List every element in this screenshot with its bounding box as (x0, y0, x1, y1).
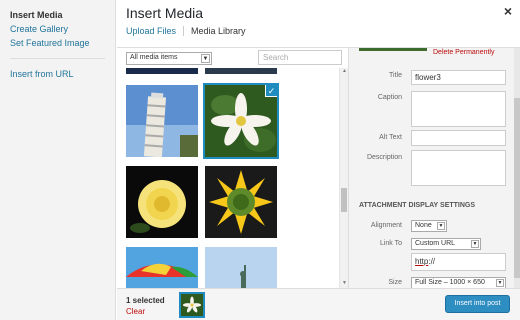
alt-text-label: Alt Text (379, 134, 402, 141)
partial-thumbnail[interactable] (205, 68, 277, 74)
media-filter-value: All media items (130, 54, 178, 61)
router-tabs: Upload Files Media Library (126, 26, 260, 36)
menu-item-set-featured-image[interactable]: Set Featured Image (0, 36, 115, 50)
modal-header: Insert Media × Upload Files Media Librar… (117, 0, 520, 48)
partial-thumbnail[interactable] (126, 68, 198, 74)
media-menu: Insert Media Create Gallery Set Featured… (0, 0, 116, 320)
check-icon[interactable]: ✓ (265, 85, 277, 97)
url-field[interactable]: http:// (411, 253, 506, 271)
description-field[interactable] (411, 150, 506, 186)
thumbnail-leaning-tower[interactable] (126, 85, 198, 157)
attachment-preview (359, 48, 427, 51)
tab-media-library[interactable]: Media Library (191, 26, 253, 36)
title-label: Title (389, 72, 402, 79)
thumbnail-beach-umbrella[interactable] (126, 247, 198, 288)
display-settings-heading: ATTACHMENT DISPLAY SETTINGS (359, 202, 476, 209)
selection-count: 1 selected (126, 296, 165, 305)
search-input[interactable]: Search (258, 50, 342, 65)
url-prefix: http (415, 257, 429, 266)
chevron-down-icon: ▼ (201, 54, 210, 63)
attachments-browser: All media items ▼ Search ✓ ▲ ▼ (117, 48, 348, 288)
url-suffix: :// (428, 257, 436, 266)
delete-permanently-link[interactable]: Delete Permanently (433, 49, 494, 56)
thumbnail-statue-of-liberty[interactable] (205, 247, 277, 288)
menu-item-create-gallery[interactable]: Create Gallery (0, 22, 115, 36)
attachment-details-sidebar: Delete Permanently Title flower3 Caption… (348, 48, 520, 288)
media-filter-select[interactable]: All media items ▼ (126, 52, 212, 65)
menu-item-insert-from-url[interactable]: Insert from URL (0, 67, 115, 81)
tab-upload-files[interactable]: Upload Files (126, 26, 185, 36)
scrollbar-thumb[interactable] (341, 188, 347, 212)
browser-scrollbar[interactable]: ▲ ▼ (339, 68, 348, 288)
thumbnail-flower3[interactable]: ✓ (203, 83, 279, 159)
chevron-down-icon: ▼ (496, 279, 504, 287)
menu-item-insert-media[interactable]: Insert Media (0, 8, 115, 22)
modal-title: Insert Media (126, 5, 204, 21)
close-icon[interactable]: × (504, 3, 512, 19)
thumbnail-sunflower[interactable] (205, 166, 277, 238)
clear-selection-link[interactable]: Clear (126, 307, 145, 316)
link-to-label: Link To (379, 240, 402, 247)
caption-field[interactable] (411, 91, 506, 127)
size-label: Size (388, 279, 402, 286)
size-value: Full Size – 1000 × 650 (415, 279, 485, 286)
chevron-down-icon: ▼ (437, 222, 445, 230)
caption-label: Caption (377, 94, 402, 101)
alt-text-field[interactable] (411, 130, 506, 146)
link-to-value: Custom URL (415, 240, 456, 247)
alignment-label: Alignment (370, 222, 402, 229)
link-to-select[interactable]: Custom URL ▼ (411, 238, 481, 250)
chevron-down-icon: ▼ (471, 240, 479, 248)
scroll-down-icon[interactable]: ▼ (340, 280, 348, 288)
alignment-select[interactable]: None ▼ (411, 220, 447, 232)
insert-into-post-button[interactable]: Insert into post (445, 295, 510, 313)
media-toolbar: 1 selected Clear Insert into post (117, 288, 520, 320)
size-select[interactable]: Full Size – 1000 × 650 ▼ (411, 277, 506, 288)
sidebar-scrollbar-thumb[interactable] (514, 98, 520, 278)
description-label: Description (366, 154, 402, 161)
selected-thumbnail[interactable] (179, 292, 205, 318)
scroll-up-icon[interactable]: ▲ (340, 68, 348, 76)
menu-separator (10, 58, 105, 59)
alignment-value: None (415, 222, 432, 229)
title-field[interactable]: flower3 (411, 70, 506, 85)
sidebar-scrollbar[interactable] (514, 48, 520, 288)
thumbnail-yellow-rose[interactable] (126, 166, 198, 238)
